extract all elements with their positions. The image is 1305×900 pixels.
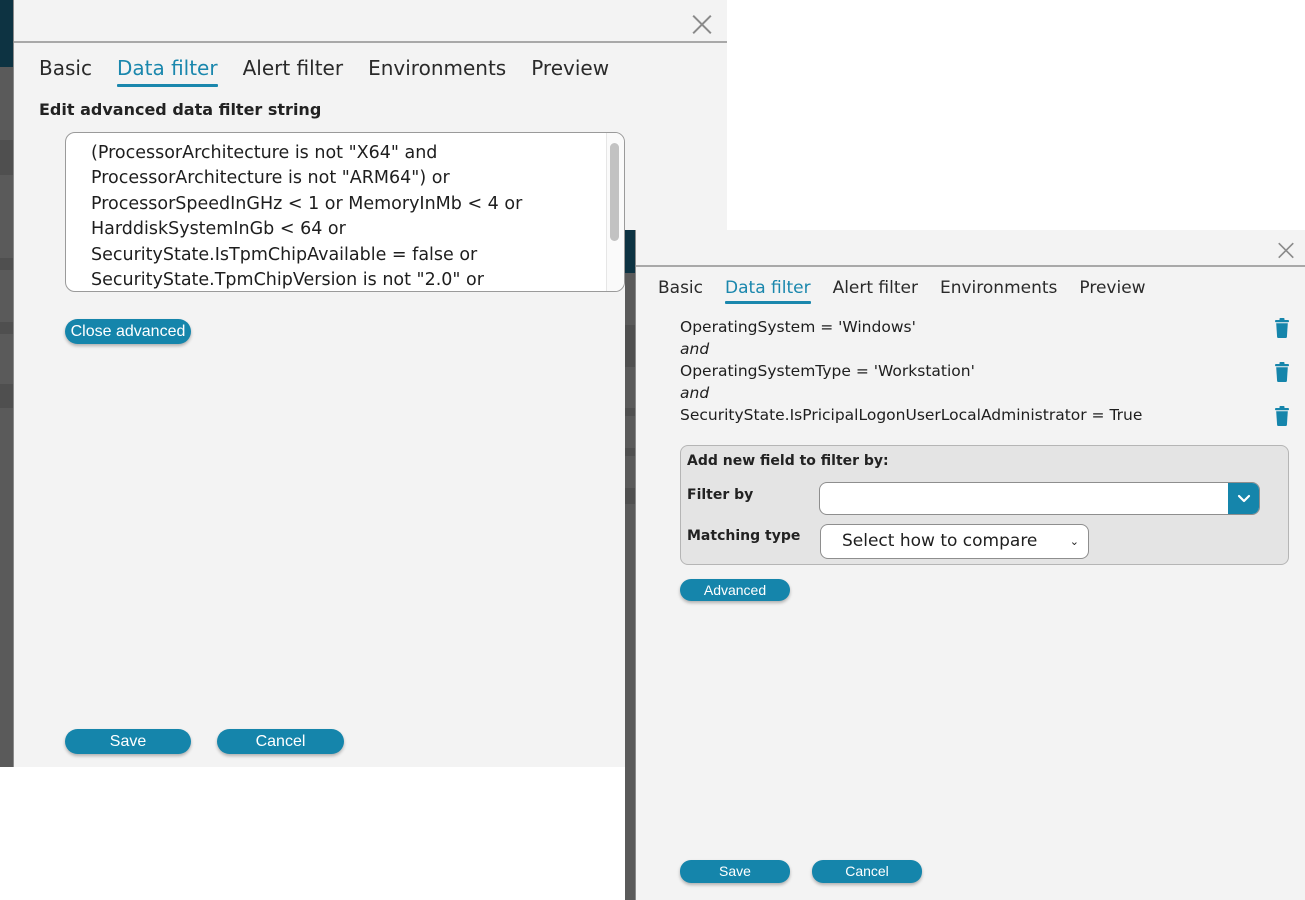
condition-text: OperatingSystem = 'Windows' — [680, 318, 916, 336]
background-sidebar — [0, 0, 14, 767]
matching-type-value: Select how to compare — [842, 531, 1038, 551]
cancel-button[interactable]: Cancel — [812, 860, 922, 883]
condition-text: OperatingSystemType = 'Workstation' — [680, 362, 975, 380]
close-icon[interactable] — [691, 13, 713, 35]
advanced-filter-dialog: Basic Data filter Alert filter Environme… — [0, 0, 727, 767]
scrollbar-thumb[interactable] — [610, 143, 619, 241]
and-connector: and — [680, 384, 710, 402]
tab-data-filter[interactable]: Data filter — [725, 278, 811, 304]
tab-bar: Basic Data filter Alert filter Environme… — [39, 56, 634, 87]
trash-icon[interactable] — [1274, 318, 1290, 338]
trash-icon[interactable] — [1274, 362, 1290, 382]
tab-preview[interactable]: Preview — [531, 56, 609, 80]
filter-by-dropdown-button[interactable] — [1228, 483, 1259, 514]
condition-text: SecurityState.IsPricipalLogonUserLocalAd… — [680, 406, 1143, 424]
save-button[interactable]: Save — [65, 729, 191, 754]
textarea-scrollbar[interactable] — [606, 133, 624, 291]
chevron-down-icon — [1237, 494, 1251, 503]
header-divider — [14, 41, 727, 43]
tab-environments[interactable]: Environments — [368, 56, 506, 80]
and-connector: and — [680, 340, 710, 358]
tab-basic[interactable]: Basic — [39, 56, 92, 80]
data-filter-dialog: Basic Data filter Alert filter Environme… — [625, 230, 1305, 900]
header-divider — [636, 265, 1305, 267]
cancel-button[interactable]: Cancel — [217, 729, 344, 754]
sidebar-header — [0, 0, 13, 67]
tab-alert-filter[interactable]: Alert filter — [243, 56, 344, 80]
filter-string-textarea[interactable]: (ProcessorArchitecture is not "X64" and … — [65, 132, 625, 292]
filter-condition-list: OperatingSystem = 'Windows' and Operatin… — [680, 316, 1290, 426]
sidebar-header — [625, 230, 635, 273]
trash-icon[interactable] — [1274, 406, 1290, 426]
tab-bar: Basic Data filter Alert filter Environme… — [658, 278, 1168, 304]
add-field-panel: Add new field to filter by: Filter by Ma… — [680, 445, 1289, 565]
tab-data-filter[interactable]: Data filter — [116, 56, 218, 87]
matching-type-select[interactable]: Select how to compare ⌄ — [820, 524, 1089, 559]
advanced-button[interactable]: Advanced — [680, 579, 790, 601]
tab-basic[interactable]: Basic — [658, 278, 703, 298]
filter-condition: OperatingSystem = 'Windows' — [680, 316, 1290, 338]
filter-by-combobox[interactable] — [819, 482, 1260, 515]
filter-string-text[interactable]: (ProcessorArchitecture is not "X64" and … — [91, 141, 604, 291]
chevron-down-icon: ⌄ — [1069, 535, 1079, 548]
filter-condition: SecurityState.IsPricipalLogonUserLocalAd… — [680, 404, 1290, 426]
tab-preview[interactable]: Preview — [1079, 278, 1145, 298]
add-field-title: Add new field to filter by: — [687, 453, 889, 469]
background-sidebar — [625, 230, 636, 900]
section-label: Edit advanced data filter string — [39, 100, 322, 119]
filter-by-label: Filter by — [687, 487, 754, 503]
tab-environments[interactable]: Environments — [940, 278, 1057, 298]
close-icon[interactable] — [1277, 241, 1295, 259]
close-advanced-button[interactable]: Close advanced — [65, 319, 191, 344]
filter-condition: OperatingSystemType = 'Workstation' — [680, 360, 1290, 382]
save-button[interactable]: Save — [680, 860, 790, 883]
tab-alert-filter[interactable]: Alert filter — [833, 278, 918, 298]
matching-type-label: Matching type — [687, 528, 801, 544]
